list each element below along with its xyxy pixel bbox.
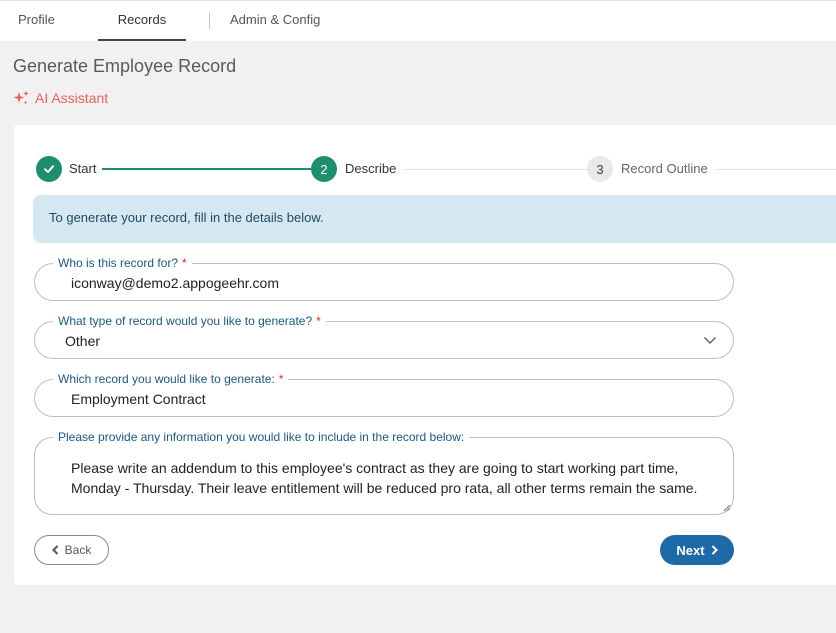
form-card: Start 2 Describe 3 Record Outline To gen… <box>14 125 836 585</box>
back-button[interactable]: Back <box>34 535 109 565</box>
step-describe-label: Describe <box>345 161 397 176</box>
required-mark: * <box>316 314 321 328</box>
step-outline-label: Record Outline <box>621 161 708 176</box>
recipient-field-label: Who is this record for? * <box>53 255 192 271</box>
next-button[interactable]: Next <box>660 535 734 565</box>
back-button-label: Back <box>64 543 92 557</box>
record-type-label: What type of record would you like to ge… <box>53 313 326 329</box>
record-name-label: Which record you would like to generate:… <box>53 371 289 387</box>
tab-records[interactable]: Records <box>98 1 186 41</box>
top-navigation: Profile Records Admin & Config <box>0 0 836 41</box>
details-label: Please provide any information you would… <box>53 429 470 445</box>
info-banner: To generate your record, fill in the det… <box>33 195 836 243</box>
required-mark: * <box>278 372 284 386</box>
step-connector <box>717 169 836 170</box>
recipient-field[interactable]: Who is this record for? * iconway@demo2.a… <box>34 255 734 301</box>
sparkle-icon <box>13 90 29 104</box>
chevron-left-icon <box>51 545 58 555</box>
resize-grip-icon[interactable] <box>723 504 731 512</box>
checkmark-icon <box>44 165 54 173</box>
chevron-right-icon <box>711 545 718 555</box>
ai-assistant-label: AI Assistant <box>35 90 109 106</box>
ai-assistant-link[interactable]: AI Assistant <box>13 88 108 108</box>
tab-divider <box>209 12 210 29</box>
required-mark: * <box>182 256 187 270</box>
record-name-value: Employment Contract <box>71 391 206 407</box>
details-textarea[interactable]: Please provide any information you would… <box>34 429 734 515</box>
chevron-down-icon <box>703 336 717 345</box>
tab-admin-config[interactable]: Admin & Config <box>230 1 320 41</box>
page-title: Generate Employee Record <box>13 56 237 76</box>
recipient-value: iconway@demo2.appogeehr.com <box>71 275 280 291</box>
tab-profile[interactable]: Profile <box>18 1 55 41</box>
record-type-select[interactable]: What type of record would you like to ge… <box>34 313 734 359</box>
step-describe-number: 2 <box>311 156 337 182</box>
step-connector <box>405 169 587 170</box>
record-type-value: Other <box>65 333 101 349</box>
details-value: Please write an addendum to this employe… <box>71 460 698 496</box>
next-button-label: Next <box>676 542 705 558</box>
step-connector <box>102 168 311 170</box>
step-start-complete <box>36 156 62 182</box>
step-outline-number: 3 <box>587 156 613 182</box>
record-name-field[interactable]: Which record you would like to generate:… <box>34 371 734 417</box>
step-start-label: Start <box>69 161 97 176</box>
